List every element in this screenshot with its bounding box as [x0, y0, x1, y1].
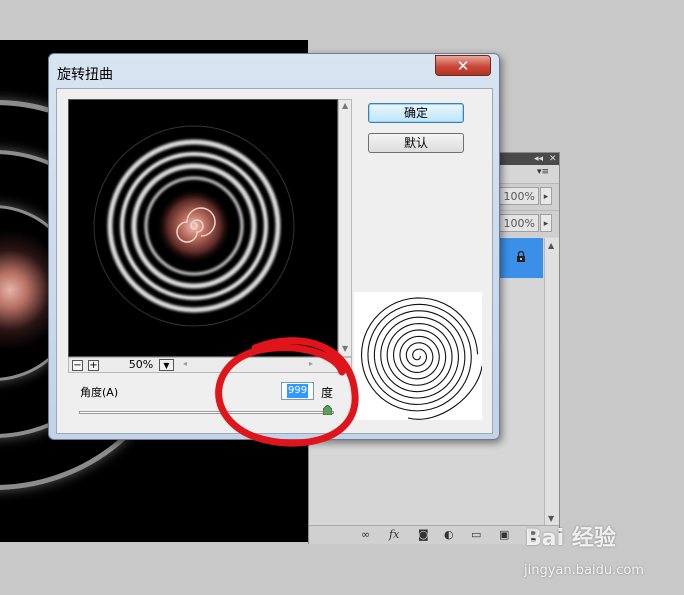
annotation-circle: [215, 337, 359, 447]
watermark-url: jingyan.baidu.com: [524, 563, 644, 578]
watermark-logo: Bai 经验: [525, 526, 616, 551]
